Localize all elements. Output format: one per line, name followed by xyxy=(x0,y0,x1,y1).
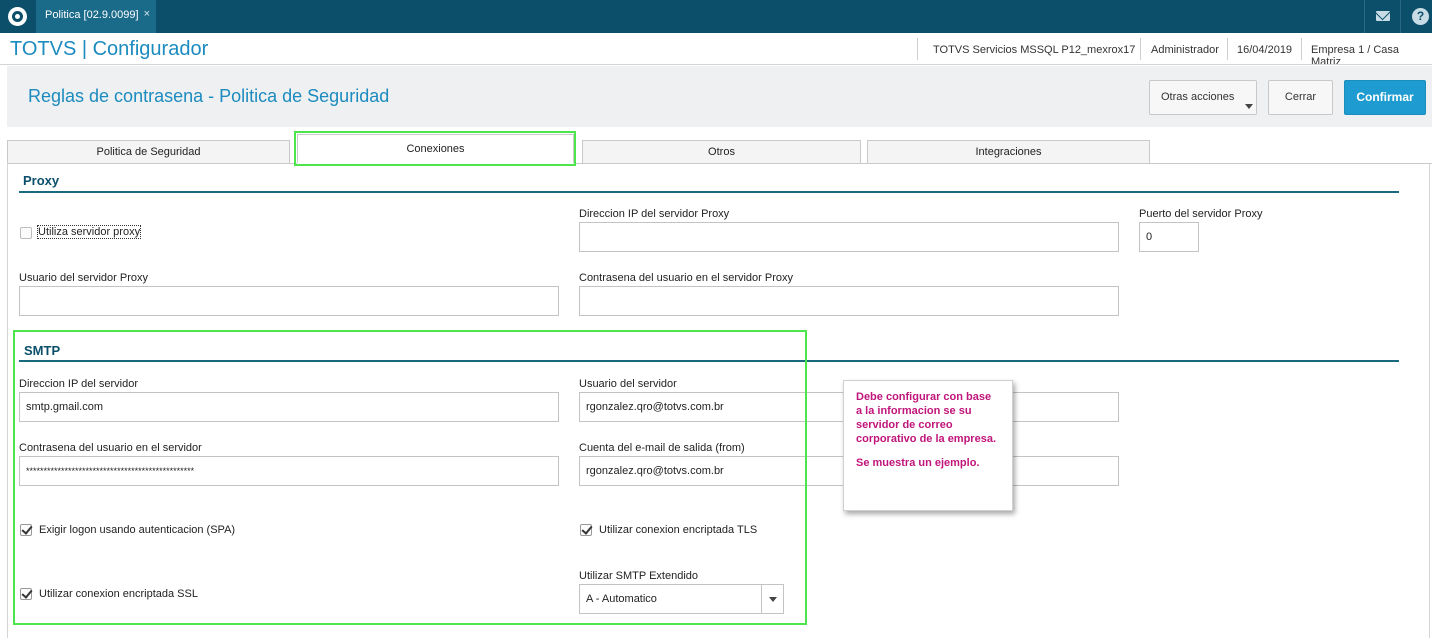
smtp-extended-select[interactable]: A - Automatico xyxy=(579,584,784,614)
proxy-ip-input[interactable] xyxy=(579,222,1119,252)
mail-icon[interactable] xyxy=(1376,11,1390,21)
content-border xyxy=(1429,163,1430,638)
tls-checkbox[interactable] xyxy=(580,524,592,536)
select-arrow-box[interactable] xyxy=(761,585,783,613)
header-separator xyxy=(0,64,1432,65)
header-divider xyxy=(1227,38,1228,60)
date-info: 16/04/2019 xyxy=(1237,44,1293,56)
other-actions-button[interactable]: Otras acciones xyxy=(1149,80,1257,115)
ssl-label[interactable]: Utilizar conexion encriptada SSL xyxy=(39,588,198,600)
tls-label[interactable]: Utilizar conexion encriptada TLS xyxy=(599,524,757,536)
proxy-password-input[interactable] xyxy=(579,286,1119,316)
smtp-extended-value: A - Automatico xyxy=(586,593,657,605)
header-divider xyxy=(1301,38,1302,60)
annotation-callout: Debe configurar con base a la informacio… xyxy=(843,380,1013,511)
smtp-section-title: SMTP xyxy=(24,343,61,358)
close-icon[interactable]: × xyxy=(144,8,150,20)
smtp-section-divider xyxy=(19,360,1399,362)
topbar-divider xyxy=(1400,0,1401,33)
chevron-down-icon xyxy=(769,597,777,602)
spa-checkbox[interactable] xyxy=(20,524,32,536)
topbar-divider xyxy=(1364,0,1365,33)
smtp-extended-label: Utilizar SMTP Extendido xyxy=(579,570,699,582)
other-actions-label: Otras acciones xyxy=(1161,91,1235,103)
smtp-server-ip-input[interactable]: smtp.gmail.com xyxy=(19,392,559,422)
proxy-ip-label: Direccion IP del servidor Proxy xyxy=(579,208,730,220)
tab-otros[interactable]: Otros xyxy=(582,140,861,164)
proxy-user-input[interactable] xyxy=(19,286,559,316)
content-border xyxy=(7,163,8,638)
spa-label[interactable]: Exigir logon usando autenticacion (SPA) xyxy=(39,524,235,536)
page-title: Reglas de contrasena - Politica de Segur… xyxy=(28,86,390,106)
callout-example-text: Se muestra un ejemplo. xyxy=(856,457,980,469)
app-tab-politica[interactable]: Politica [02.9.0099] × xyxy=(36,0,156,33)
smtp-password-input[interactable]: ****************************************… xyxy=(19,456,559,486)
help-icon[interactable]: ? xyxy=(1412,8,1429,25)
tab-integraciones[interactable]: Integraciones xyxy=(867,140,1150,164)
tab-politica-de-seguridad[interactable]: Politica de Seguridad xyxy=(7,140,290,164)
user-info: Administrador xyxy=(1151,44,1219,56)
tab-conexiones[interactable]: Conexiones xyxy=(297,134,574,163)
callout-text: Debe configurar con base a la informacio… xyxy=(856,391,996,445)
ssl-checkbox[interactable] xyxy=(20,588,32,600)
top-bar: Politica [02.9.0099] × ? xyxy=(0,0,1432,33)
smtp-server-ip-label: Direccion IP del servidor xyxy=(19,378,139,390)
smtp-password-label: Contrasena del usuario en el servidor xyxy=(19,442,202,454)
totvs-logo-icon xyxy=(8,7,27,26)
use-proxy-checkbox[interactable] xyxy=(20,227,32,239)
close-button[interactable]: Cerrar xyxy=(1268,80,1333,115)
proxy-port-input[interactable]: 0 xyxy=(1139,222,1199,252)
proxy-section-title: Proxy xyxy=(23,173,60,188)
proxy-port-label: Puerto del servidor Proxy xyxy=(1139,208,1263,220)
chevron-down-icon xyxy=(1245,104,1253,109)
proxy-password-label: Contrasena del usuario en el servidor Pr… xyxy=(579,272,794,284)
tabs-baseline xyxy=(1150,163,1432,164)
environment-info: TOTVS Servicios MSSQL P12_mexrox17 xyxy=(933,44,1136,56)
proxy-user-label: Usuario del servidor Proxy xyxy=(19,272,148,284)
app-tab-label: Politica [02.9.0099] xyxy=(45,9,139,21)
proxy-section-divider xyxy=(19,191,1399,193)
tabs-baseline xyxy=(7,163,297,164)
smtp-server-user-label: Usuario del servidor xyxy=(579,378,677,390)
use-proxy-label[interactable]: Utiliza servidor proxy xyxy=(36,225,142,239)
tabs-baseline xyxy=(574,163,1150,164)
confirm-button[interactable]: Confirmar xyxy=(1344,80,1426,115)
app-title: TOTVS | Configurador xyxy=(10,38,209,60)
header-divider xyxy=(917,38,918,60)
header-divider xyxy=(1140,38,1141,60)
smtp-from-label: Cuenta del e-mail de salida (from) xyxy=(579,442,745,454)
